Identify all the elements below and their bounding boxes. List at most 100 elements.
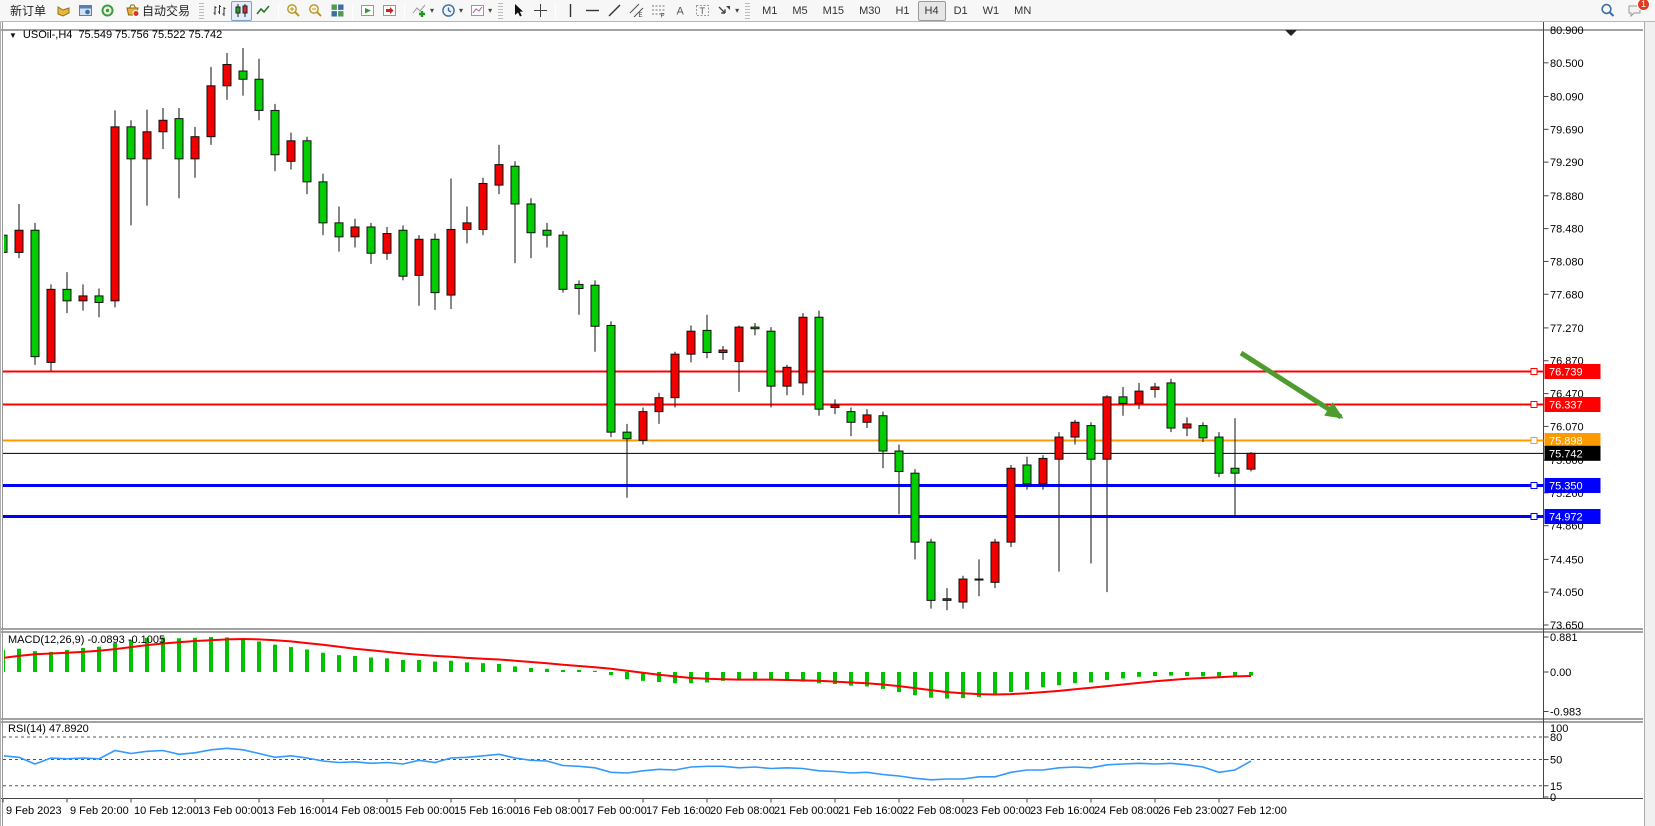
hline-button[interactable] bbox=[582, 1, 603, 21]
data-window-button[interactable] bbox=[75, 1, 96, 21]
timeframe-h4-button[interactable]: H4 bbox=[918, 1, 946, 21]
svg-text:A: A bbox=[677, 6, 685, 18]
macd-histogram-bar bbox=[353, 656, 357, 672]
macd-histogram-bar bbox=[1105, 672, 1109, 680]
candlestick-button[interactable] bbox=[231, 1, 252, 21]
macd-histogram-bar bbox=[1121, 672, 1125, 678]
chart-shift-button[interactable] bbox=[379, 1, 400, 21]
price-tick-label: 80.090 bbox=[1550, 91, 1584, 103]
timeframe-m1-button[interactable]: M1 bbox=[755, 1, 784, 21]
macd-histogram-bar bbox=[593, 671, 597, 672]
candle-body bbox=[831, 405, 839, 407]
timeframe-d1-button[interactable]: D1 bbox=[947, 1, 975, 21]
cursor-button[interactable] bbox=[508, 1, 529, 21]
symbol-ohlc: 75.549 75.756 75.522 75.742 bbox=[78, 29, 222, 41]
line-anchor[interactable] bbox=[1531, 482, 1537, 488]
line-anchor[interactable] bbox=[1531, 438, 1537, 444]
tile-windows-button[interactable] bbox=[327, 1, 348, 21]
candle-body bbox=[15, 230, 23, 252]
price-tick-label: 77.680 bbox=[1550, 289, 1584, 301]
candle-body bbox=[335, 223, 343, 237]
price-tick-label: 80.500 bbox=[1550, 58, 1584, 70]
line-anchor[interactable] bbox=[1531, 368, 1537, 374]
time-tick-label: 24 Feb 08:00 bbox=[1094, 805, 1159, 817]
market-watch-button[interactable] bbox=[53, 1, 74, 21]
zoom-in-button[interactable] bbox=[283, 1, 304, 21]
timeframe-w1-button[interactable]: W1 bbox=[976, 1, 1007, 21]
templates-button[interactable]: ▾ bbox=[467, 1, 495, 21]
auto-scroll-button[interactable] bbox=[357, 1, 378, 21]
chevron-down-icon[interactable]: ▾ bbox=[488, 6, 492, 15]
timeframe-mn-button[interactable]: MN bbox=[1007, 1, 1038, 21]
macd-histogram-bar bbox=[433, 662, 437, 672]
timeframe-m15-button[interactable]: M15 bbox=[816, 1, 851, 21]
candle-body bbox=[47, 289, 55, 362]
line-anchor[interactable] bbox=[1531, 514, 1537, 520]
price-tick-label: 80.900 bbox=[1550, 25, 1584, 37]
periods-button[interactable]: ▾ bbox=[438, 1, 466, 21]
rsi-indicator-label: RSI(14) 47.8920 bbox=[8, 723, 89, 735]
chevron-down-icon[interactable]: ▾ bbox=[459, 6, 463, 15]
time-tick-label: 9 Feb 2023 bbox=[6, 805, 62, 817]
toolbar-separator bbox=[555, 3, 556, 19]
search-icon bbox=[1600, 3, 1615, 18]
time-tick-label: 27 Feb 12:00 bbox=[1222, 805, 1287, 817]
macd-histogram-bar bbox=[241, 639, 245, 672]
indicators-button[interactable]: ▾ bbox=[409, 1, 437, 21]
navigator-button[interactable] bbox=[97, 1, 118, 21]
timeframe-m5-button[interactable]: M5 bbox=[785, 1, 814, 21]
channel-button[interactable]: E bbox=[626, 1, 647, 21]
channel-icon: E bbox=[629, 3, 644, 18]
price-tick-label: 78.480 bbox=[1550, 224, 1584, 236]
candle-body bbox=[591, 285, 599, 326]
one-click-collapse-icon[interactable]: ▼ bbox=[9, 31, 17, 40]
chevron-down-icon[interactable]: ▾ bbox=[430, 6, 434, 15]
candle-body bbox=[799, 317, 807, 383]
toolbar-separator bbox=[278, 3, 279, 19]
bar-chart-button[interactable] bbox=[209, 1, 230, 21]
new-order-button[interactable]: 新订单 bbox=[4, 1, 52, 21]
timeframe-h1-button[interactable]: H1 bbox=[888, 1, 916, 21]
candle-body bbox=[1215, 437, 1223, 473]
line-anchor[interactable] bbox=[1531, 401, 1537, 407]
zoom-out-button[interactable] bbox=[305, 1, 326, 21]
trendline-icon bbox=[607, 3, 622, 18]
timeframe-m30-button[interactable]: M30 bbox=[852, 1, 887, 21]
candle-body bbox=[63, 289, 71, 300]
candle-body bbox=[527, 204, 535, 233]
fibonacci-icon: F bbox=[651, 3, 666, 18]
price-tick-label: 74.450 bbox=[1550, 554, 1584, 566]
search-button[interactable] bbox=[1597, 1, 1618, 21]
text-button[interactable]: A bbox=[670, 1, 691, 21]
symbol-name: USOil-,H4 bbox=[23, 29, 73, 41]
trendline-button[interactable] bbox=[604, 1, 625, 21]
candle-body bbox=[911, 473, 919, 542]
notifications-button[interactable]: 1 bbox=[1624, 1, 1645, 21]
vline-button[interactable] bbox=[560, 1, 581, 21]
chart-window[interactable]: ▼ USOil-,H4 75.549 75.756 75.522 75.742 … bbox=[0, 22, 1655, 826]
candle-body bbox=[671, 354, 679, 397]
price-tick-label: 77.270 bbox=[1550, 323, 1584, 335]
candle-body bbox=[623, 432, 631, 439]
label-button[interactable]: T bbox=[692, 1, 713, 21]
autotrading-button[interactable]: 自动交易 bbox=[119, 1, 196, 21]
market-watch-icon bbox=[56, 3, 71, 18]
templates-icon bbox=[470, 3, 485, 18]
symbol-label: ▼ USOil-,H4 75.549 75.756 75.522 75.742 bbox=[9, 29, 222, 41]
candle-body bbox=[703, 330, 711, 352]
rsi-axis-label: 80 bbox=[1550, 732, 1562, 744]
candle-body bbox=[79, 296, 87, 301]
chevron-down-icon[interactable]: ▾ bbox=[735, 6, 739, 15]
macd-histogram-bar bbox=[49, 652, 53, 672]
fibonacci-button[interactable]: F bbox=[648, 1, 669, 21]
trading-platform-window: 新订单 自动交易 ▾ ▾ ▾ EFAT ▾ M1M5M15M30H1H4D1W1MN 1 ▼ U… bbox=[0, 0, 1655, 826]
line-chart-button[interactable] bbox=[253, 1, 274, 21]
price-tick-label: 76.070 bbox=[1550, 421, 1584, 433]
time-tick-label: 13 Feb 00:00 bbox=[198, 805, 263, 817]
candle-body bbox=[159, 120, 167, 131]
macd-histogram-bar bbox=[929, 672, 933, 698]
price-tick-label: 78.880 bbox=[1550, 191, 1584, 203]
chart-canvas[interactable]: 80.90080.50080.09079.69079.29078.88078.4… bbox=[1, 22, 1655, 826]
shapes-button[interactable]: ▾ bbox=[714, 1, 742, 21]
crosshair-button[interactable] bbox=[530, 1, 551, 21]
